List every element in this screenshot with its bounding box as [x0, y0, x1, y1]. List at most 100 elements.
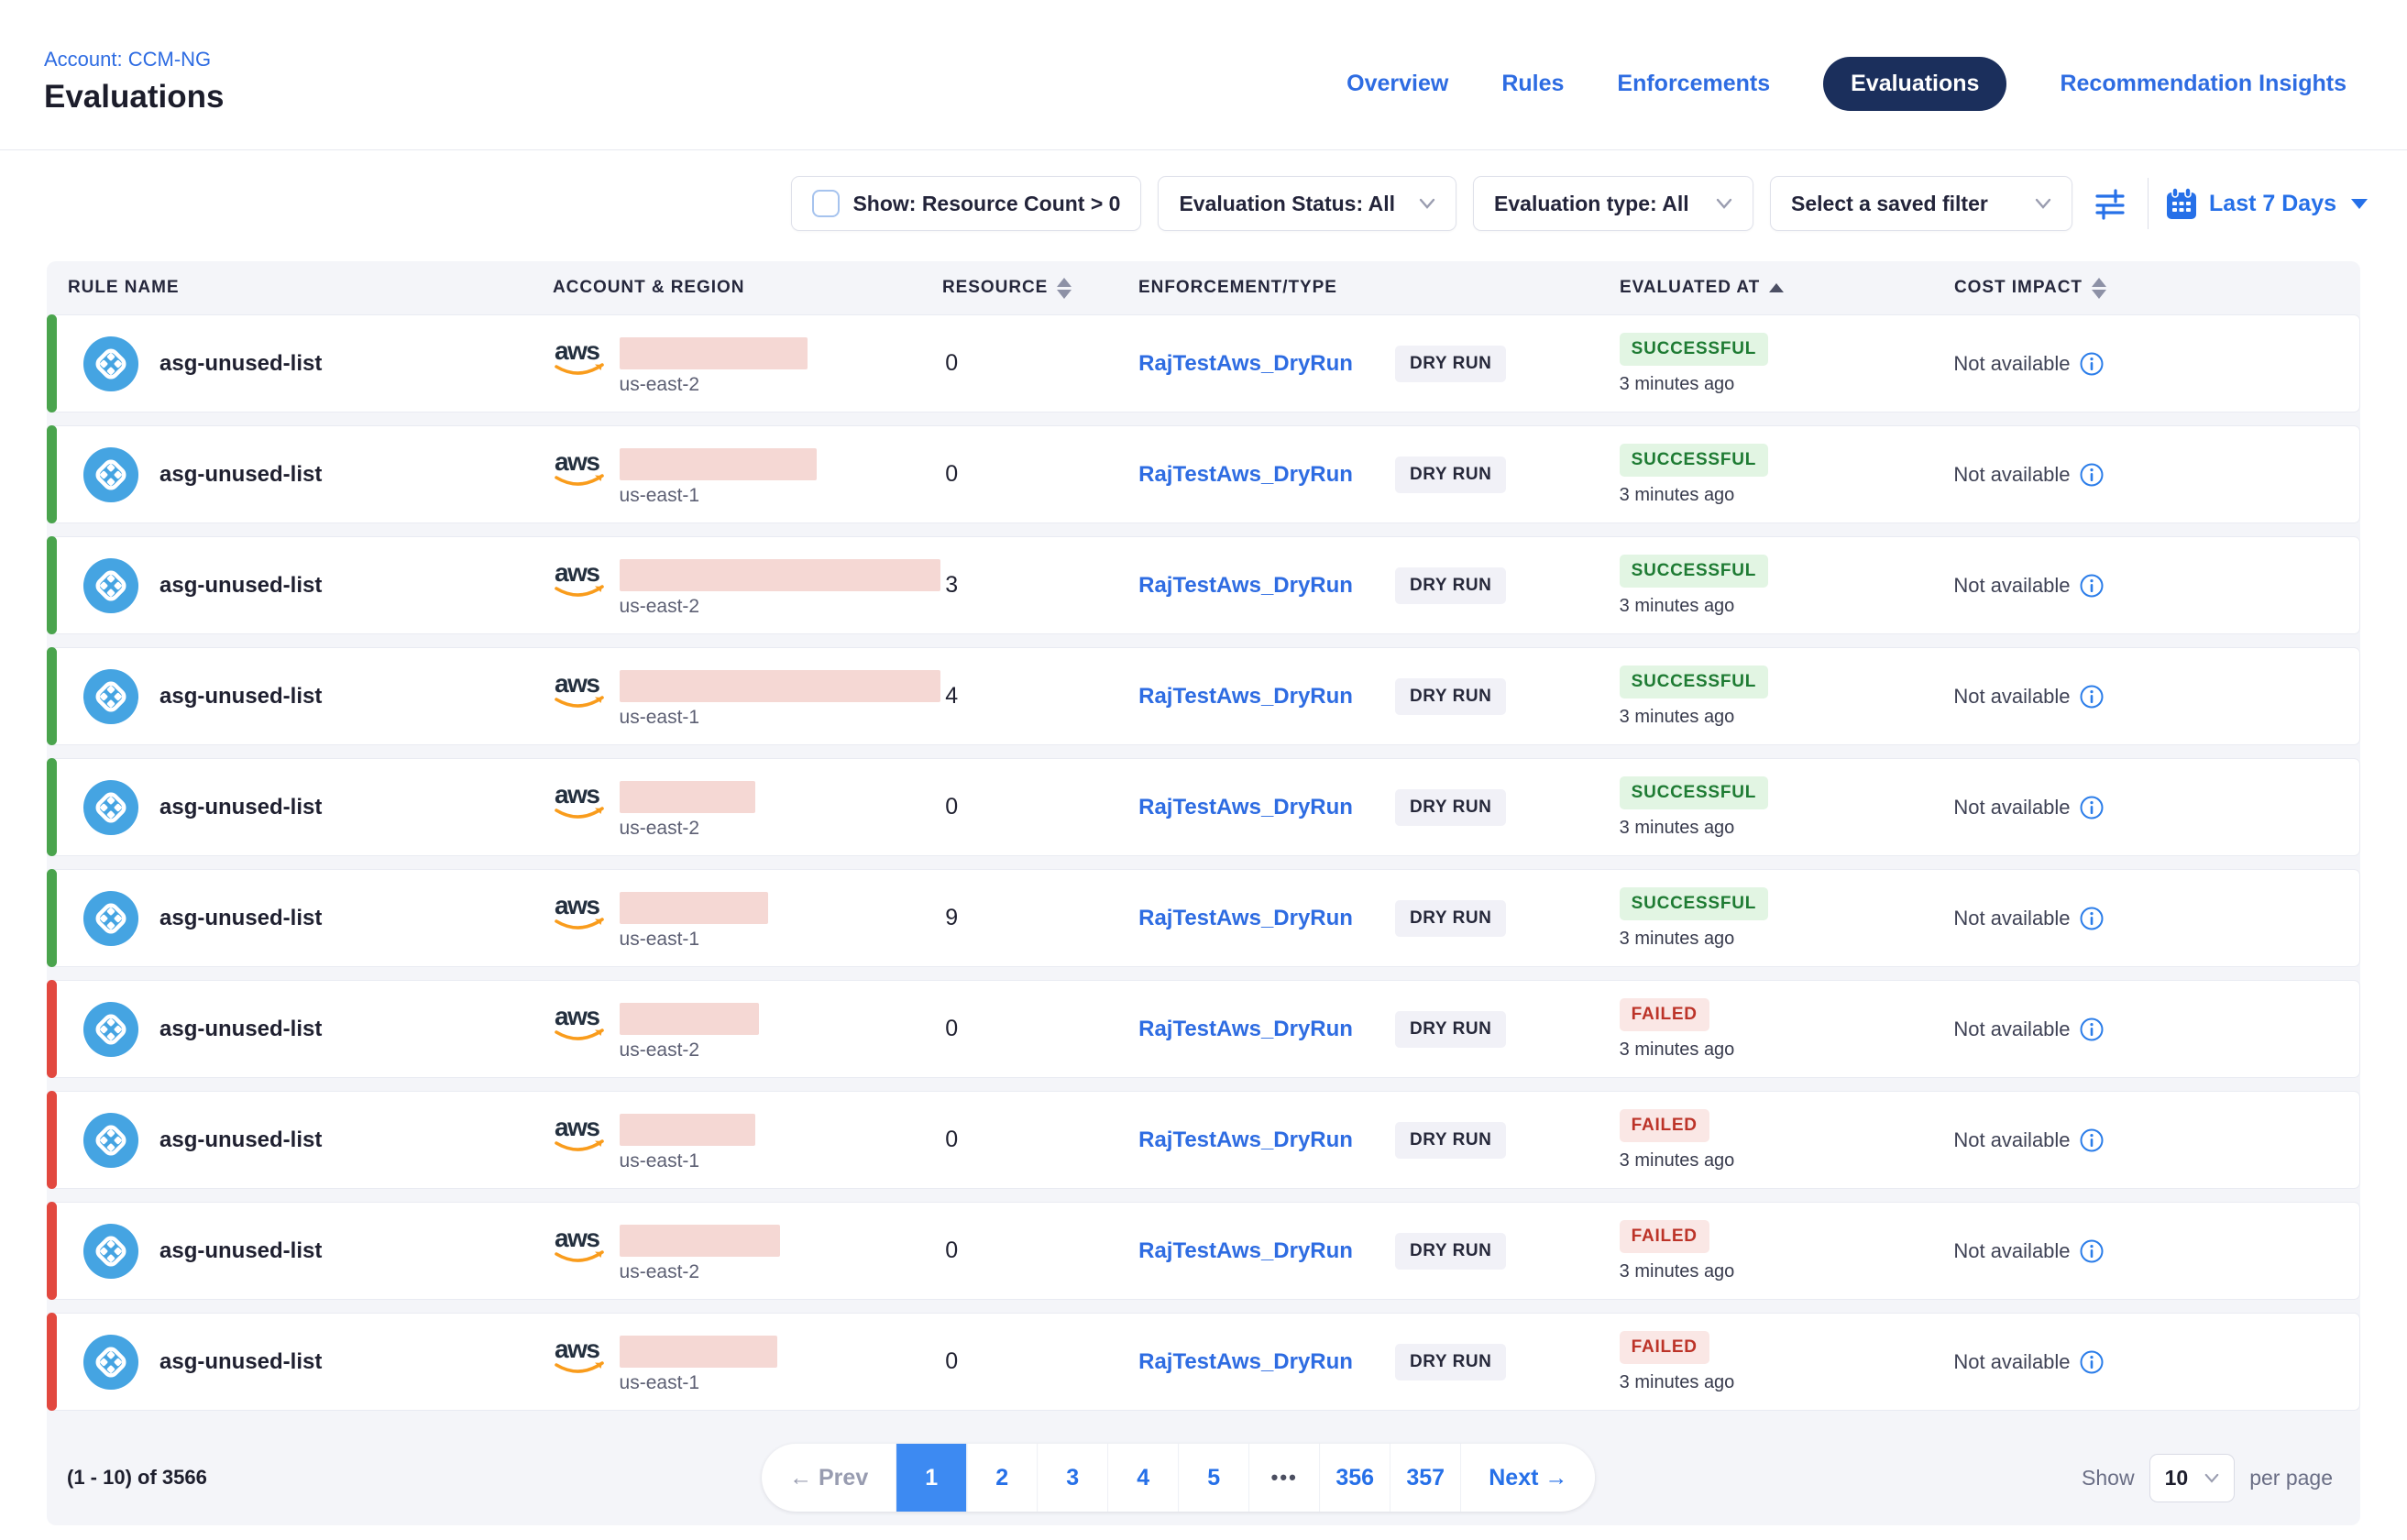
resource-count-filter[interactable]: Show: Resource Count > 0	[791, 176, 1141, 231]
enforcement-link[interactable]: RajTestAws_DryRun	[1138, 1238, 1353, 1264]
info-icon[interactable]	[2080, 907, 2104, 930]
redacted-account-name	[620, 1003, 759, 1035]
svg-text:aws: aws	[555, 1336, 599, 1363]
status-badge: SUCCESSFUL	[1620, 776, 1768, 809]
rule-icon	[82, 1223, 139, 1280]
sort-ascending-icon[interactable]	[1769, 283, 1784, 292]
cost-impact-value: Not available	[1953, 796, 2070, 820]
page-title: Evaluations	[44, 79, 224, 116]
resource-count: 9	[945, 905, 958, 931]
column-header-resource[interactable]: RESOURCE	[942, 278, 1138, 299]
info-icon[interactable]	[2080, 1350, 2104, 1374]
svg-text:aws: aws	[555, 1225, 599, 1252]
caret-down-icon	[2351, 199, 2368, 209]
info-icon[interactable]	[2080, 574, 2104, 598]
evaluated-time: 3 minutes ago	[1620, 707, 1735, 728]
redacted-account-name	[620, 1225, 780, 1257]
page-button-357[interactable]: 357	[1390, 1444, 1461, 1512]
page-header: Account: CCM-NG Evaluations Overview Rule…	[0, 0, 2407, 149]
next-page-button[interactable]: Next →	[1461, 1444, 1595, 1512]
evaluation-type-badge: DRY RUN	[1395, 567, 1507, 604]
cost-impact-value: Not available	[1953, 1128, 2070, 1152]
enforcement-link[interactable]: RajTestAws_DryRun	[1138, 1128, 1353, 1153]
enforcement-link[interactable]: RajTestAws_DryRun	[1138, 351, 1353, 377]
table-row[interactable]: asg-unused-list aws us-east-2 0 RajTestA…	[47, 1202, 2360, 1300]
table-row[interactable]: asg-unused-list aws us-east-1 0 RajTestA…	[47, 1091, 2360, 1189]
sort-icon[interactable]	[2092, 278, 2106, 299]
page-ellipsis[interactable]: •••	[1249, 1444, 1320, 1512]
redacted-account-name	[620, 781, 755, 813]
rule-icon	[82, 668, 139, 725]
tab-overview[interactable]: Overview	[1346, 71, 1448, 97]
page-size-select[interactable]: 10	[2149, 1454, 2236, 1502]
date-range-value: Last 7 Days	[2209, 191, 2336, 217]
evaluated-time: 3 minutes ago	[1620, 1372, 1735, 1393]
svg-text:aws: aws	[555, 1003, 599, 1030]
region-label: us-east-2	[620, 1261, 780, 1283]
page-button-2[interactable]: 2	[967, 1444, 1038, 1512]
rule-icon	[82, 890, 139, 947]
table-row[interactable]: asg-unused-list aws us-east-1 9 RajTestA…	[47, 869, 2360, 967]
column-header-cost-impact[interactable]: COST IMPACT	[1954, 278, 2360, 299]
table-row[interactable]: asg-unused-list aws us-east-1 0 RajTestA…	[47, 425, 2360, 523]
column-header-evaluated-at[interactable]: EVALUATED AT	[1620, 278, 1954, 298]
nav-tabs: Overview Rules Enforcements Evaluations Reco…	[1346, 57, 2347, 111]
info-icon[interactable]	[2080, 463, 2104, 487]
info-icon[interactable]	[2080, 1239, 2104, 1263]
enforcement-link[interactable]: RajTestAws_DryRun	[1138, 462, 1353, 488]
svg-text:aws: aws	[555, 670, 599, 698]
per-page-label: per page	[2249, 1466, 2333, 1490]
table-row[interactable]: asg-unused-list aws us-east-2 3 RajTestA…	[47, 536, 2360, 634]
tab-rules[interactable]: Rules	[1501, 71, 1564, 97]
cost-impact-value: Not available	[1953, 352, 2070, 376]
evaluation-type-badge: DRY RUN	[1395, 1344, 1507, 1380]
rule-name: asg-unused-list	[159, 684, 322, 710]
rule-icon	[82, 557, 139, 614]
page-button-4[interactable]: 4	[1108, 1444, 1179, 1512]
region-label: us-east-1	[620, 1372, 777, 1394]
resource-count: 0	[945, 1348, 958, 1375]
table-row[interactable]: asg-unused-list aws us-east-1 0 RajTestA…	[47, 1313, 2360, 1411]
page-button-3[interactable]: 3	[1038, 1444, 1108, 1512]
info-icon[interactable]	[2080, 796, 2104, 820]
enforcement-link[interactable]: RajTestAws_DryRun	[1138, 795, 1353, 820]
enforcement-link[interactable]: RajTestAws_DryRun	[1138, 1349, 1353, 1375]
page-button-1[interactable]: 1	[896, 1444, 967, 1512]
enforcement-link[interactable]: RajTestAws_DryRun	[1138, 684, 1353, 710]
tab-evaluations[interactable]: Evaluations	[1823, 57, 2006, 111]
enforcement-link[interactable]: RajTestAws_DryRun	[1138, 573, 1353, 599]
tab-enforcements[interactable]: Enforcements	[1617, 71, 1770, 97]
show-label: Show	[2082, 1466, 2135, 1490]
breadcrumb[interactable]: Account: CCM-NG	[44, 48, 211, 72]
page-button-5[interactable]: 5	[1179, 1444, 1249, 1512]
table-row[interactable]: asg-unused-list aws us-east-2 0 RajTestA…	[47, 758, 2360, 856]
calendar-icon	[2165, 186, 2198, 221]
info-icon[interactable]	[2080, 1018, 2104, 1041]
info-icon[interactable]	[2080, 1128, 2104, 1152]
date-range-picker[interactable]: Last 7 Days	[2165, 186, 2368, 221]
rule-name: asg-unused-list	[159, 573, 322, 599]
sort-icon[interactable]	[1057, 278, 1072, 299]
info-icon[interactable]	[2080, 352, 2104, 376]
table-header-row: RULE NAMEACCOUNT & REGIONRESOURCEENFORCE…	[47, 261, 2360, 314]
evaluation-type-badge: DRY RUN	[1395, 1011, 1507, 1048]
info-icon[interactable]	[2080, 685, 2104, 709]
table-row[interactable]: asg-unused-list aws us-east-1 4 RajTestA…	[47, 647, 2360, 745]
evaluation-status-dropdown[interactable]: Evaluation Status: All	[1158, 176, 1456, 231]
table-row[interactable]: asg-unused-list aws us-east-2 0 RajTestA…	[47, 314, 2360, 412]
aws-logo-icon: aws	[554, 781, 610, 823]
table-row[interactable]: asg-unused-list aws us-east-2 0 RajTestA…	[47, 980, 2360, 1078]
rule-name: asg-unused-list	[159, 906, 322, 931]
enforcement-link[interactable]: RajTestAws_DryRun	[1138, 906, 1353, 931]
tab-recommendation-insights[interactable]: Recommendation Insights	[2060, 71, 2347, 97]
enforcement-link[interactable]: RajTestAws_DryRun	[1138, 1017, 1353, 1042]
prev-page-button[interactable]: ← Prev	[762, 1444, 896, 1512]
evaluation-type-dropdown[interactable]: Evaluation type: All	[1473, 176, 1753, 231]
page-button-356[interactable]: 356	[1320, 1444, 1390, 1512]
status-color-bar	[47, 1202, 57, 1300]
saved-filter-dropdown[interactable]: Select a saved filter	[1770, 176, 2072, 231]
resource-count-checkbox[interactable]	[812, 190, 840, 217]
status-color-bar	[47, 758, 57, 856]
status-color-bar	[47, 1091, 57, 1189]
filter-sliders-icon[interactable]	[2089, 182, 2131, 225]
